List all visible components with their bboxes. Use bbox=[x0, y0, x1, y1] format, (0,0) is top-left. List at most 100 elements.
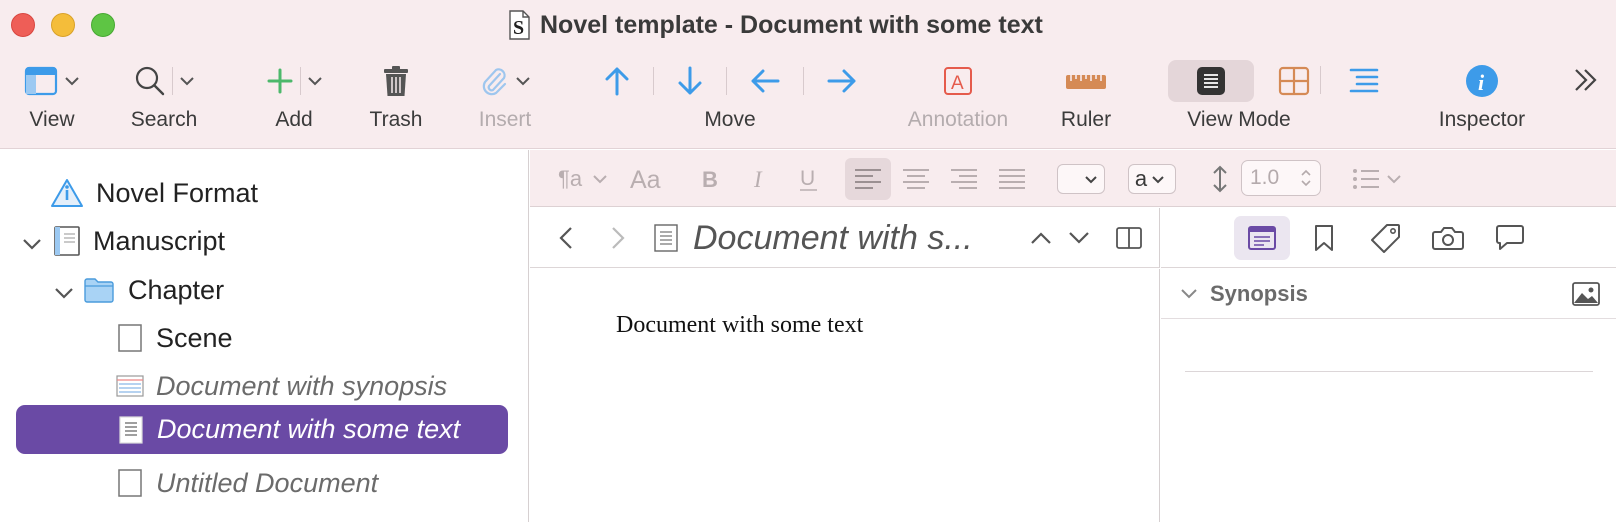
move-left-icon[interactable] bbox=[749, 67, 781, 95]
binder-item-label: Document with synopsis bbox=[156, 370, 448, 401]
line-spacing-stepper[interactable]: 1.0 bbox=[1241, 160, 1321, 196]
split-editor-button[interactable] bbox=[1116, 208, 1142, 268]
chevron-down-icon bbox=[1069, 232, 1089, 244]
view-mode-label: View Mode bbox=[1187, 108, 1291, 131]
align-left-icon bbox=[855, 168, 881, 189]
next-document-button[interactable] bbox=[1068, 208, 1090, 268]
synopsis-section-header[interactable]: Synopsis bbox=[1161, 269, 1616, 319]
search-label: Search bbox=[130, 108, 198, 131]
svg-text:i: i bbox=[1478, 70, 1485, 95]
fonts-button[interactable]: Aa bbox=[630, 150, 664, 207]
inspector-button[interactable]: i Inspector bbox=[1430, 58, 1534, 142]
align-right-button[interactable] bbox=[950, 150, 978, 207]
binder-item-label: Manuscript bbox=[93, 225, 226, 256]
binder-item-novel-format[interactable]: Novel Format bbox=[50, 169, 258, 217]
binder-item-chapter[interactable]: Chapter bbox=[84, 266, 224, 314]
inspector-tab-metadata[interactable] bbox=[1358, 216, 1414, 260]
back-button[interactable] bbox=[558, 208, 574, 268]
list-style-button[interactable] bbox=[1352, 150, 1402, 207]
close-window-button[interactable] bbox=[11, 13, 35, 37]
italic-button[interactable]: I bbox=[750, 150, 770, 207]
trash-button[interactable]: Trash bbox=[356, 58, 436, 142]
binder-item-label: Document with some text bbox=[157, 414, 461, 444]
image-icon[interactable] bbox=[1572, 282, 1600, 306]
chevron-down-icon[interactable] bbox=[54, 286, 74, 300]
svg-text:¶a: ¶a bbox=[558, 166, 583, 191]
binder-item-document-with-synopsis[interactable]: Document with synopsis bbox=[116, 362, 447, 410]
move-right-icon[interactable] bbox=[826, 67, 858, 95]
inspector-tab-comments[interactable] bbox=[1482, 216, 1538, 260]
paragraph-style-button[interactable]: ¶a bbox=[558, 150, 608, 207]
inspector-tab-snapshots[interactable] bbox=[1420, 216, 1476, 260]
zoom-window-button[interactable] bbox=[91, 13, 115, 37]
insert-label: Insert bbox=[478, 108, 532, 131]
line-spacing-value: 1.0 bbox=[1250, 166, 1280, 189]
tag-icon bbox=[1371, 224, 1400, 253]
chevron-right-icon bbox=[612, 227, 625, 249]
insert-button[interactable]: Insert bbox=[466, 58, 544, 142]
bullet-list-icon bbox=[1353, 168, 1379, 189]
paperclip-icon bbox=[482, 68, 507, 96]
move-group: Move bbox=[598, 58, 862, 142]
scrivener-document-icon: S bbox=[509, 10, 530, 40]
blank-document-icon bbox=[118, 324, 142, 352]
window-title: S Novel template - Document with some te… bbox=[508, 6, 1043, 44]
format-bar: ¶a Aa B I U a 1.0 bbox=[530, 150, 1616, 207]
text-document-icon bbox=[654, 224, 678, 252]
svg-text:A: A bbox=[951, 73, 964, 94]
align-center-icon bbox=[903, 168, 929, 189]
svg-text:I: I bbox=[753, 167, 763, 191]
document-view-icon bbox=[1197, 67, 1225, 95]
align-center-button[interactable] bbox=[902, 150, 930, 207]
move-down-icon[interactable] bbox=[676, 65, 704, 97]
justify-icon bbox=[999, 168, 1025, 189]
move-up-icon[interactable] bbox=[603, 65, 631, 97]
chevron-down-icon[interactable] bbox=[22, 237, 42, 251]
text-color-select[interactable]: a bbox=[1128, 164, 1176, 194]
move-label: Move bbox=[704, 108, 756, 131]
binder-item-manuscript[interactable]: Manuscript bbox=[54, 217, 225, 265]
underline-button[interactable]: U bbox=[798, 150, 820, 207]
synopsis-title: Synopsis bbox=[1210, 280, 1308, 306]
previous-document-button[interactable] bbox=[1030, 208, 1052, 268]
inspector-tab-bar bbox=[1161, 208, 1616, 268]
view-label: View bbox=[29, 108, 75, 131]
font-size-select[interactable] bbox=[1057, 164, 1105, 194]
view-button[interactable]: View bbox=[18, 58, 86, 142]
annotation-button[interactable]: A Annotation bbox=[898, 58, 1018, 142]
ruler-button[interactable]: Ruler bbox=[1050, 58, 1122, 142]
header-document-icon-wrap bbox=[654, 208, 678, 268]
paragraph-style-icon: ¶a bbox=[558, 166, 583, 191]
binder-item-scene[interactable]: Scene bbox=[118, 314, 233, 362]
text-color-value: a bbox=[1134, 166, 1148, 191]
window-title-text: Novel template - Document with some text bbox=[540, 10, 1043, 39]
bold-button[interactable]: B bbox=[700, 150, 720, 207]
corkboard-view-icon[interactable] bbox=[1278, 66, 1310, 96]
add-button[interactable]: Add bbox=[258, 58, 330, 142]
search-icon bbox=[135, 66, 164, 96]
inspector-tab-notes[interactable] bbox=[1234, 216, 1290, 260]
search-button[interactable]: Search bbox=[128, 58, 200, 142]
document-view-mode-button[interactable] bbox=[1168, 60, 1254, 102]
editor-header-title[interactable]: Document with s... bbox=[693, 208, 973, 268]
binder-item-document-with-some-text[interactable]: Document with some text bbox=[16, 405, 508, 454]
editor-pane[interactable]: Document with some text bbox=[530, 269, 1160, 522]
inspector-tab-bookmarks[interactable] bbox=[1296, 216, 1352, 260]
minimize-window-button[interactable] bbox=[51, 13, 75, 37]
toolbar-overflow-button[interactable] bbox=[1572, 66, 1600, 99]
synopsis-text-area[interactable] bbox=[1185, 371, 1593, 372]
chevron-down-icon bbox=[1152, 175, 1164, 183]
forward-button[interactable] bbox=[610, 208, 626, 268]
notes-card-icon bbox=[1248, 226, 1276, 250]
view-mode-group: View Mode bbox=[1148, 58, 1330, 142]
outline-view-button[interactable] bbox=[1344, 58, 1384, 142]
justify-button[interactable] bbox=[998, 150, 1026, 207]
align-left-button[interactable] bbox=[854, 150, 882, 207]
chevron-down-icon bbox=[307, 77, 322, 86]
chevron-down-icon bbox=[516, 77, 530, 86]
binder-item-untitled-document[interactable]: Untitled Document bbox=[118, 459, 378, 507]
editor-body-text[interactable]: Document with some text bbox=[616, 312, 863, 339]
italic-icon: I bbox=[753, 167, 763, 191]
split-view-icon bbox=[1116, 227, 1142, 249]
window-toolbar: S Novel template - Document with some te… bbox=[0, 0, 1616, 149]
